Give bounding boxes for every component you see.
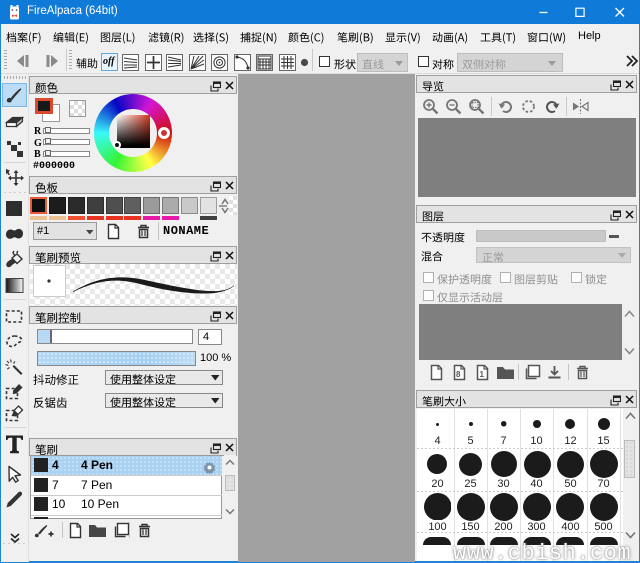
svg-text:1: 1 bbox=[480, 370, 485, 379]
svg-text:8: 8 bbox=[456, 370, 461, 379]
